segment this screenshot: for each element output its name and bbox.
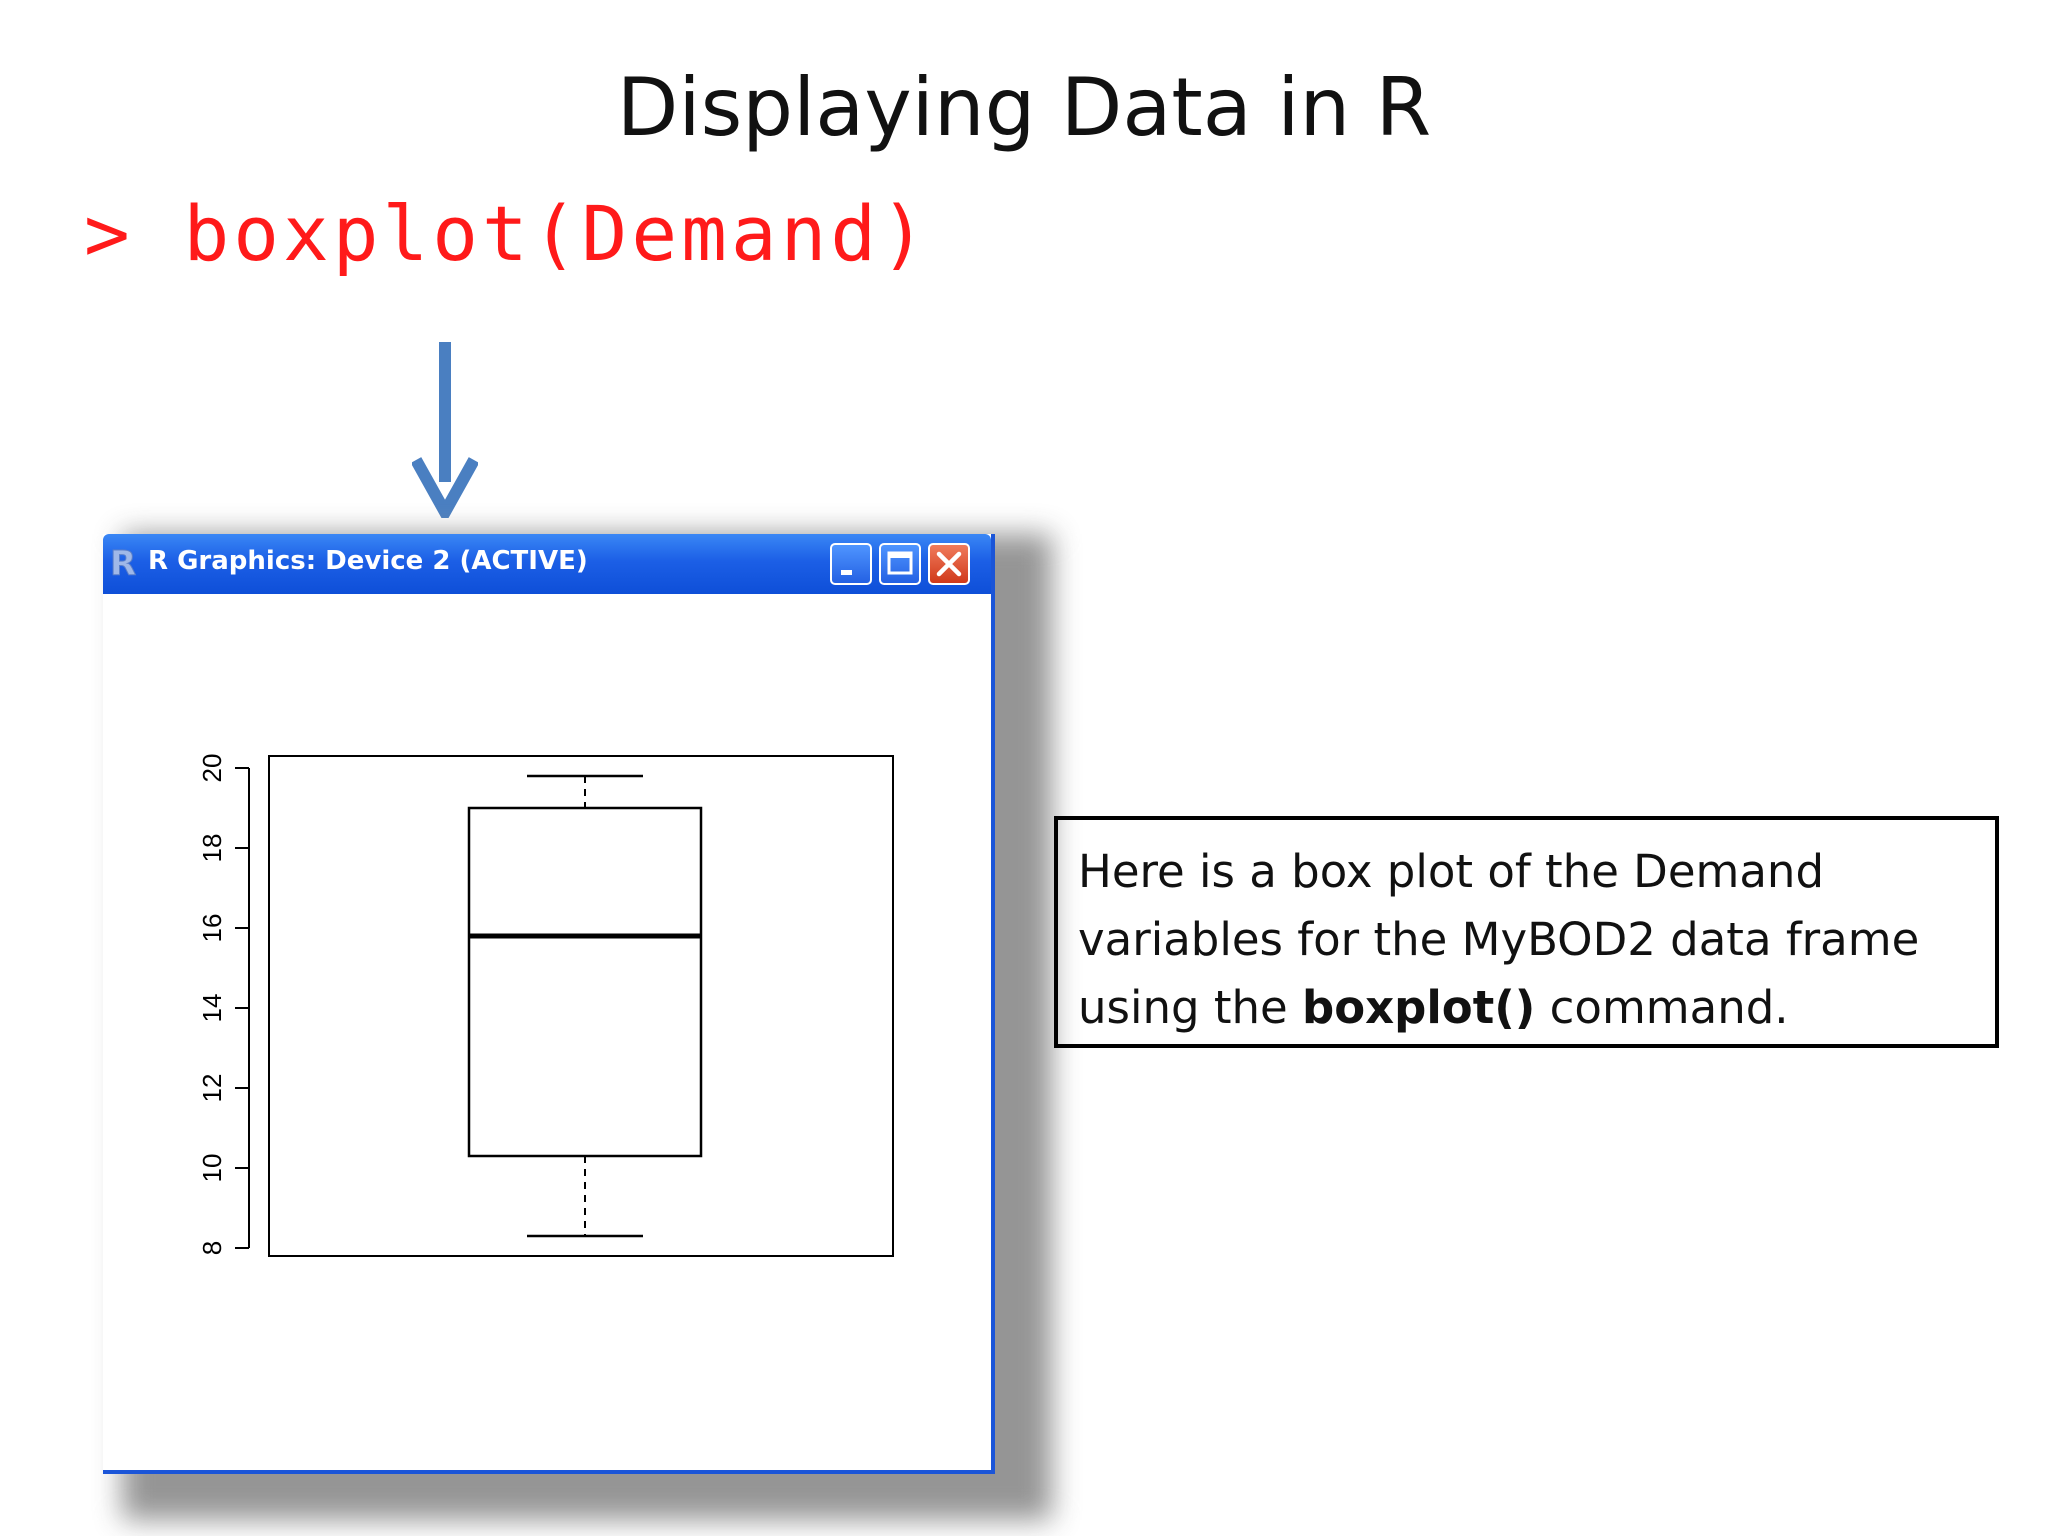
iqr-box [467, 806, 703, 1158]
down-arrow-icon [412, 342, 478, 518]
description-line-3-suffix: command. [1535, 981, 1789, 1034]
description-line-3: using the boxplot() command. [1078, 974, 1975, 1042]
window-title: R Graphics: Device 2 (ACTIVE) [148, 546, 588, 576]
r-graphics-window[interactable]: R R Graphics: Device 2 (ACTIVE) 8 10 12 14 1… [103, 534, 995, 1474]
description-command: boxplot() [1302, 981, 1536, 1034]
close-icon [936, 551, 962, 577]
slide-title: Displaying Data in R [616, 61, 1432, 154]
description-line-3-prefix: using the [1078, 981, 1303, 1034]
maximize-icon [887, 551, 913, 575]
y-axis: 8 10 12 14 16 18 20 [197, 754, 250, 1255]
r-logo-icon: R [110, 544, 137, 582]
minimize-icon [841, 570, 852, 575]
r-command: > boxplot(Demand) [84, 189, 930, 278]
box-plot [467, 774, 703, 1238]
maximize-button[interactable] [879, 543, 921, 585]
y-tick-label: 10 [197, 1154, 227, 1183]
y-tick-label: 18 [197, 834, 227, 863]
description-line-1: Here is a box plot of the Demand [1078, 845, 1825, 898]
boxplot-chart: 8 10 12 14 16 18 20 [197, 754, 894, 1257]
description-box: Here is a box plot of the Demand variabl… [1054, 816, 1999, 1048]
y-tick-label: 8 [197, 1241, 227, 1255]
description-line-2: variables for the MyBOD2 data frame [1078, 913, 1920, 966]
y-tick-label: 12 [197, 1074, 227, 1103]
y-tick-label: 16 [197, 914, 227, 943]
svg-text:R: R [110, 544, 136, 581]
y-tick-label: 20 [197, 754, 227, 783]
minimize-button[interactable] [830, 543, 872, 585]
y-tick-label: 14 [197, 994, 227, 1023]
window-titlebar[interactable]: R R Graphics: Device 2 (ACTIVE) [103, 534, 991, 594]
close-button[interactable] [928, 543, 970, 585]
